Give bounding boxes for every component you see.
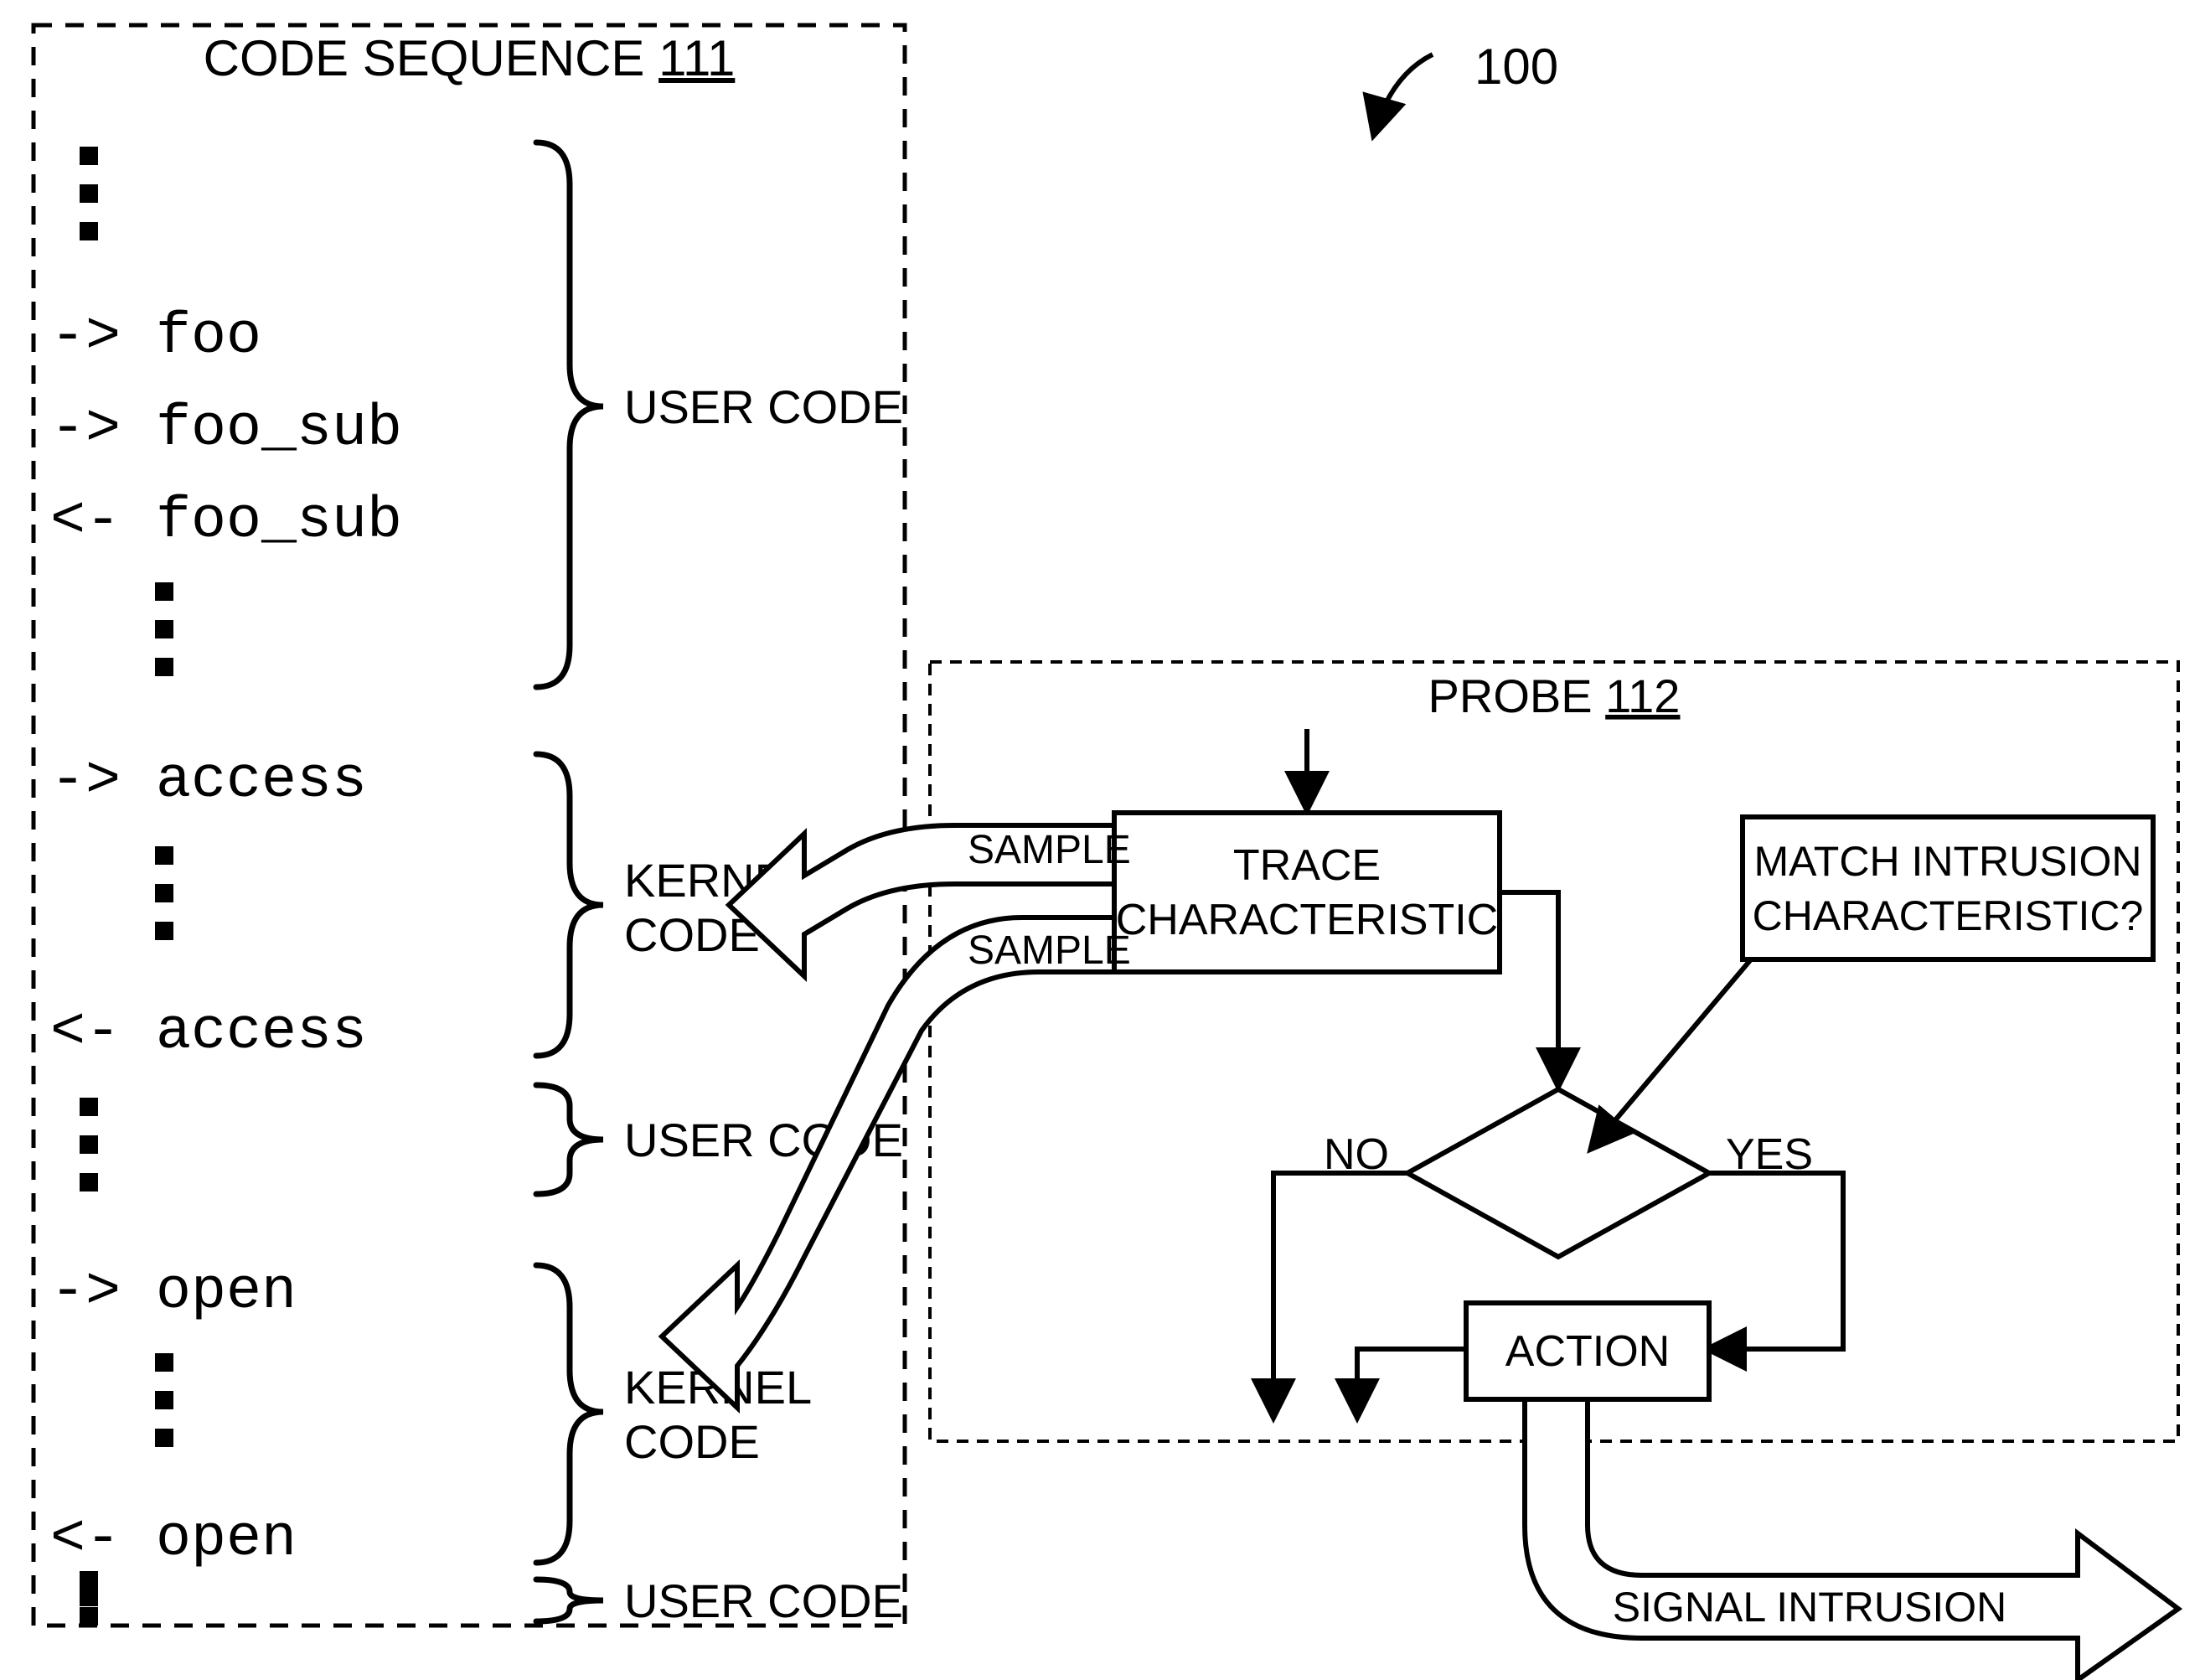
trace-to-decision	[1500, 892, 1558, 1085]
svg-text:CODE: CODE	[624, 1415, 760, 1468]
svg-text:MATCH INTRUSION: MATCH INTRUSION	[1754, 838, 2142, 885]
code-line: <- access	[50, 1000, 367, 1066]
figure-ref-label: 100	[1474, 39, 1558, 95]
code-sequence-title: CODE SEQUENCE	[204, 30, 645, 86]
braces	[536, 142, 603, 1621]
decision-diamond	[1407, 1089, 1709, 1257]
sample-label: SAMPLE	[968, 828, 1131, 872]
code-line: -> open	[50, 1259, 297, 1326]
code-line: <- open	[50, 1507, 297, 1573]
section-label: USER CODE	[624, 380, 903, 433]
svg-text:CODE SEQUENCE 11: CODE SEQUENCE 111	[204, 30, 736, 86]
code-lines: -> foo -> foo_sub <- foo_sub -> access <…	[50, 147, 402, 1606]
yes-branch: YES	[1709, 1130, 1843, 1349]
svg-text:CHARACTERISTIC?: CHARACTERISTIC?	[1753, 892, 2144, 939]
code-line: -> foo_sub	[50, 396, 402, 463]
trace-characteristic-box: TRACE CHARACTERISTIC	[1114, 813, 1500, 972]
action-loop-arrow	[1357, 1349, 1466, 1416]
svg-text:TRACE: TRACE	[1233, 841, 1381, 890]
figure-reference: 100	[1374, 39, 1558, 134]
code-line: -> foo	[50, 304, 261, 370]
probe-title: PROBE	[1428, 669, 1593, 722]
section-label: USER CODE	[624, 1574, 903, 1627]
no-branch: NO	[1273, 1130, 1407, 1416]
signal-intrusion-label: SIGNAL INTRUSION	[1613, 1584, 2006, 1631]
action-label: ACTION	[1505, 1327, 1670, 1376]
code-sequence-id: 111	[658, 30, 735, 86]
code-line: <- foo_sub	[50, 488, 402, 555]
svg-text:CHARACTERISTIC: CHARACTERISTIC	[1116, 896, 1498, 944]
action-box: ACTION	[1466, 1303, 1709, 1399]
sample-label: SAMPLE	[968, 928, 1131, 973]
brace-labels: USER CODE KERNEL CODE USER CODE KERNEL C…	[624, 380, 903, 1627]
probe-id: 112	[1605, 669, 1680, 722]
decision-label-box: MATCH INTRUSION CHARACTERISTIC?	[1592, 817, 2153, 1148]
svg-text:PROBE 112: PROBE 112	[1428, 669, 1681, 722]
code-line: -> access	[50, 748, 367, 814]
